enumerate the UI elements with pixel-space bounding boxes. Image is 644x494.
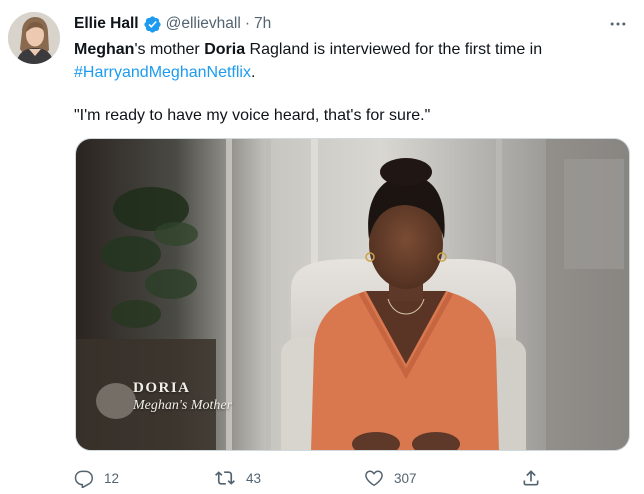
video-lower-third: DORIA Meghan's Mother <box>133 379 232 415</box>
heart-icon <box>365 470 383 486</box>
hashtag-link[interactable]: #HarryandMeghanNetflix <box>74 64 251 81</box>
author-handle[interactable]: @ellievhall <box>166 15 241 33</box>
separator-dot: · <box>244 15 250 32</box>
text-segment: . <box>250 64 256 81</box>
text-segment: Ragland is interviewed for the first tim… <box>245 41 543 58</box>
like-count: 307 <box>394 470 417 486</box>
share-icon <box>523 470 539 486</box>
more-dots-icon[interactable] <box>606 12 630 36</box>
tweet-media[interactable]: DORIA Meghan's Mother <box>75 138 630 451</box>
tweet-header: Ellie Hall @ellievhall · 7h <box>74 13 271 35</box>
tweet-text: Meghan's mother Doria Ragland is intervi… <box>74 38 630 127</box>
reply-icon <box>74 470 94 488</box>
avatar-image <box>8 12 60 64</box>
like-button[interactable]: 307 <box>364 462 417 494</box>
bold-mention-doria: Doria <box>204 41 246 58</box>
reply-button[interactable]: 12 <box>74 462 119 494</box>
text-segment: 's mother <box>134 41 205 58</box>
tweet[interactable]: Ellie Hall @ellievhall · 7h Meghan's mot… <box>0 0 644 494</box>
caption-role: Meghan's Mother <box>133 398 233 413</box>
retweet-icon <box>215 471 235 485</box>
retweet-count: 43 <box>246 470 262 486</box>
avatar[interactable] <box>8 12 60 64</box>
caption-name: DORIA <box>133 380 191 396</box>
share-button[interactable] <box>521 462 541 494</box>
retweet-button[interactable]: 43 <box>214 462 261 494</box>
reply-count: 12 <box>104 470 120 486</box>
verified-badge-icon <box>143 15 162 34</box>
author-name[interactable]: Ellie Hall <box>74 15 139 33</box>
timestamp[interactable]: 7h <box>254 15 271 33</box>
tweet-actions: 12 43 307 <box>64 462 554 494</box>
tweet-quote: "I'm ready to have my voice heard, that'… <box>74 107 431 124</box>
bold-mention-meghan: Meghan <box>74 41 135 58</box>
